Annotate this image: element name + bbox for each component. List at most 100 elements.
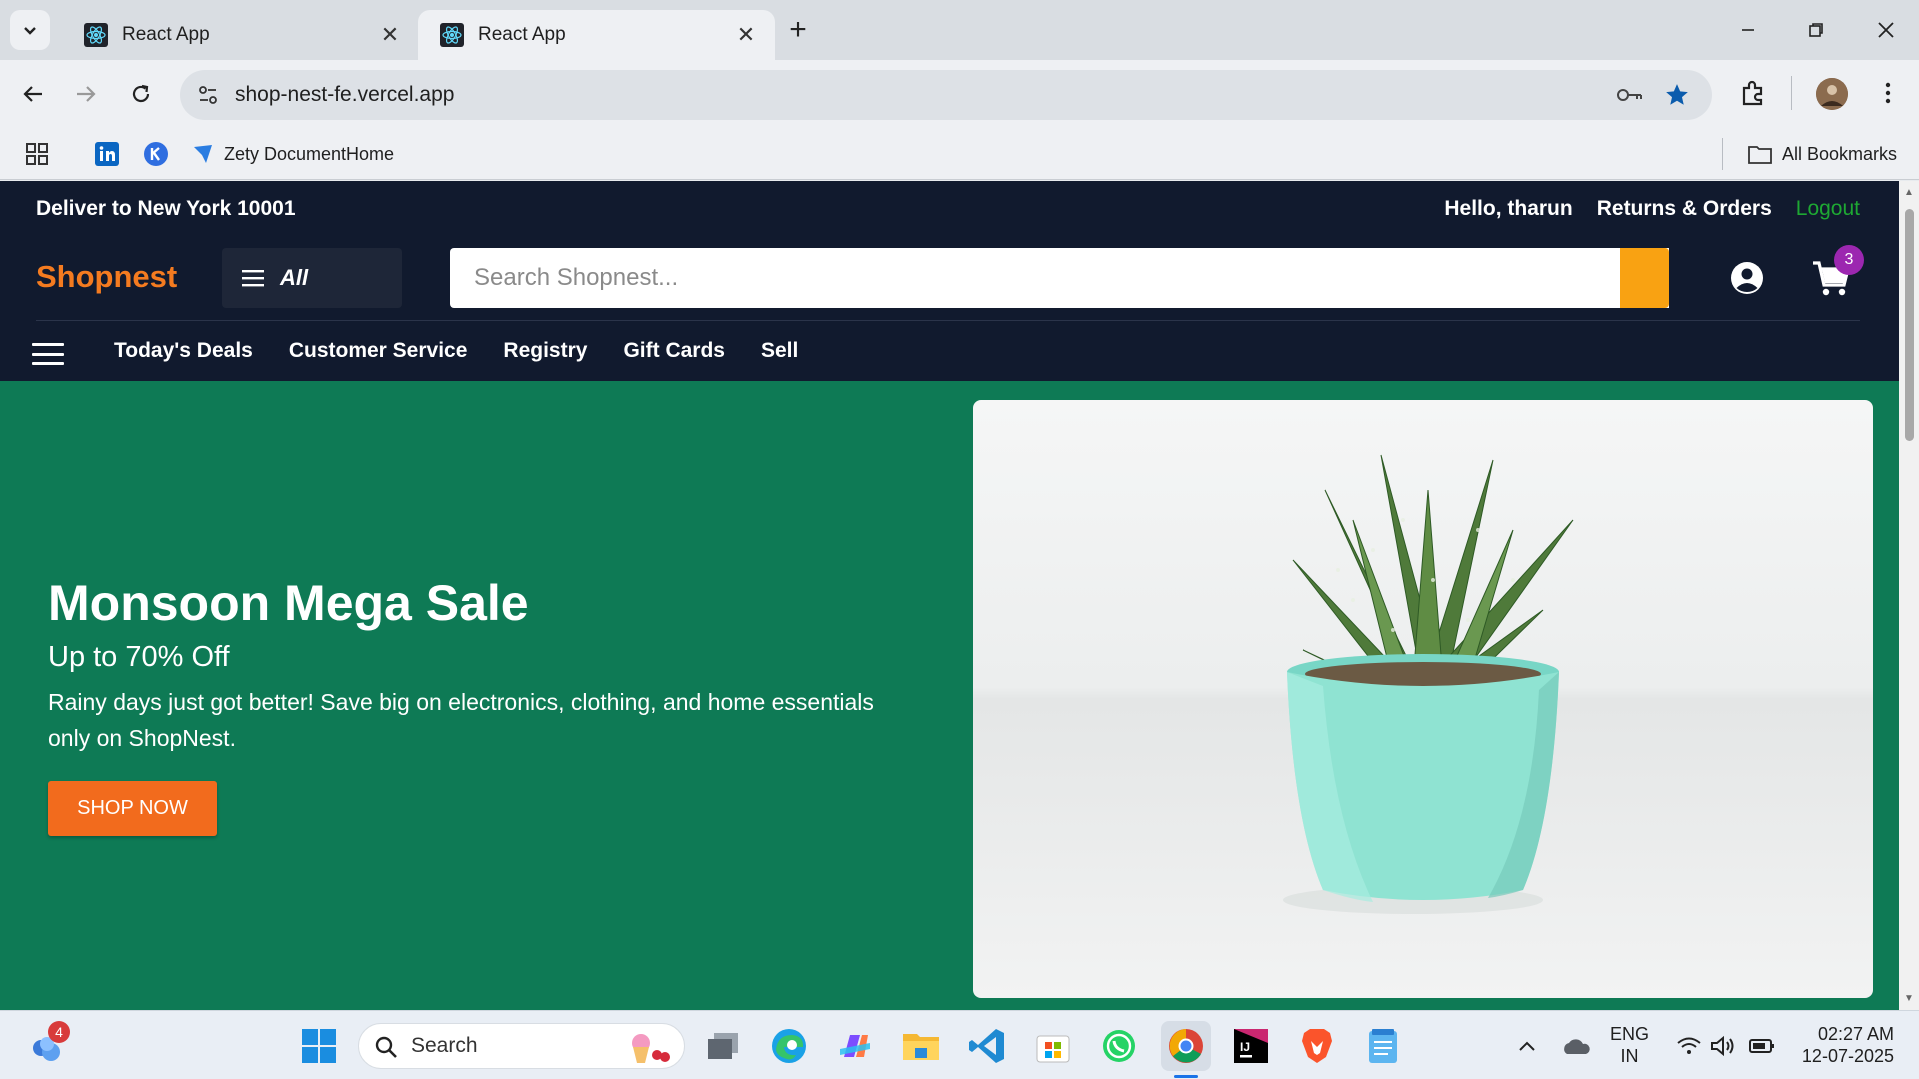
edge-icon[interactable] <box>768 1025 810 1067</box>
tab-2[interactable]: React App ✕ <box>418 10 775 60</box>
react-icon <box>440 23 464 47</box>
restore-button[interactable] <box>1788 8 1844 52</box>
linkedin-icon[interactable] <box>95 138 119 170</box>
url-text: shop-nest-fe.vercel.app <box>235 83 455 106</box>
chevron-down-icon <box>24 27 36 35</box>
notepad-icon[interactable] <box>1362 1025 1404 1067</box>
clock[interactable]: 02:27 AM 12-07-2025 <box>1794 1023 1894 1067</box>
close-icon <box>1878 22 1894 38</box>
scroll-down-icon[interactable]: ▼ <box>1904 993 1914 1004</box>
restore-icon <box>1809 23 1823 37</box>
toolbar-divider <box>1791 76 1792 110</box>
chrome-icon[interactable] <box>1161 1021 1211 1071</box>
nav-todays-deals[interactable]: Today's Deals <box>114 339 253 363</box>
volume-icon[interactable] <box>1702 1025 1744 1067</box>
reload-icon <box>132 84 150 103</box>
whatsapp-icon[interactable] <box>1098 1025 1140 1067</box>
scroll-thumb[interactable] <box>1905 209 1914 441</box>
greeting-text: Hello, tharun <box>1444 197 1573 220</box>
nav-gift-cards[interactable]: Gift Cards <box>623 339 725 363</box>
reload-button[interactable] <box>121 74 161 114</box>
forward-button[interactable] <box>66 74 106 114</box>
bookmarks-bar: Zety DocumentHome All Bookmarks <box>0 128 1919 180</box>
tab-search-button[interactable] <box>10 10 50 50</box>
react-icon <box>84 23 108 47</box>
new-tab-button[interactable]: + <box>780 12 816 48</box>
menu-kebab-icon[interactable] <box>1873 78 1903 108</box>
header-links: Hello, tharun Returns & Orders Logout <box>1444 197 1860 221</box>
shop-now-button[interactable]: SHOP NOW <box>48 781 217 836</box>
search-input[interactable]: Search Shopnest... <box>450 248 1669 308</box>
arrow-left-icon <box>23 86 42 102</box>
copilot-icon[interactable] <box>834 1025 876 1067</box>
browser-toolbar: shop-nest-fe.vercel.app <box>0 60 1919 128</box>
arrow-right-icon <box>77 86 96 102</box>
chrome-active-indicator <box>1174 1075 1198 1078</box>
all-bookmarks-label: All Bookmarks <box>1782 143 1898 164</box>
microsoft-store-icon[interactable] <box>1032 1025 1074 1067</box>
cart-count-badge: 3 <box>1834 245 1864 275</box>
bookmark-circle-icon[interactable] <box>143 138 169 170</box>
returns-orders-link[interactable]: Returns & Orders <box>1597 197 1772 221</box>
hamburger-menu-icon[interactable] <box>32 339 64 369</box>
tab-title: React App <box>122 24 210 45</box>
tab-strip: React App ✕ React App ✕ + <box>0 0 1919 60</box>
all-categories-button[interactable]: All <box>222 248 402 308</box>
onedrive-icon[interactable] <box>1555 1025 1597 1067</box>
close-window-button[interactable] <box>1858 8 1914 52</box>
close-icon[interactable]: ✕ <box>379 22 401 47</box>
all-bookmarks[interactable]: All Bookmarks <box>1748 138 1897 170</box>
deliver-location[interactable]: Deliver to New York 10001 <box>36 197 296 221</box>
scroll-up-icon[interactable]: ▲ <box>1904 187 1914 198</box>
bookmark-zety[interactable]: Zety DocumentHome <box>192 138 394 170</box>
task-view-icon[interactable] <box>702 1025 744 1067</box>
intellij-icon[interactable]: IJ <box>1230 1025 1272 1067</box>
back-button[interactable] <box>13 74 53 114</box>
extensions-icon[interactable] <box>1738 78 1768 108</box>
account-icon[interactable] <box>1728 259 1766 297</box>
widgets-badge: 4 <box>48 1021 70 1043</box>
vscode-icon[interactable] <box>966 1025 1008 1067</box>
language-code: ENG <box>1610 1024 1650 1044</box>
start-button[interactable] <box>298 1025 340 1067</box>
apps-grid-icon[interactable] <box>26 138 48 170</box>
key-icon[interactable] <box>1614 80 1644 110</box>
nav-sell[interactable]: Sell <box>761 339 798 363</box>
logout-link[interactable]: Logout <box>1796 197 1860 221</box>
profile-avatar[interactable] <box>1816 78 1848 110</box>
minimize-button[interactable] <box>1720 8 1776 52</box>
close-icon[interactable]: ✕ <box>735 22 757 47</box>
tab-1[interactable]: React App ✕ <box>62 10 419 60</box>
hero-title: Monsoon Mega Sale <box>48 575 529 631</box>
brave-icon[interactable] <box>1296 1025 1338 1067</box>
potted-plant-image <box>1283 454 1574 914</box>
search-button[interactable] <box>1620 248 1669 308</box>
brand-logo[interactable]: Shopnest <box>36 259 177 295</box>
all-label: All <box>280 265 309 290</box>
minimize-icon <box>1742 29 1754 31</box>
star-icon[interactable] <box>1662 80 1692 110</box>
file-explorer-icon[interactable] <box>900 1025 942 1067</box>
header-divider <box>36 320 1860 321</box>
tab-title: React App <box>478 24 566 45</box>
hero-subtitle: Up to 70% Off <box>48 641 230 673</box>
folder-icon <box>1748 146 1772 164</box>
language-indicator[interactable]: ENG IN <box>1610 1023 1649 1067</box>
site-header: Deliver to New York 10001 Hello, tharun … <box>0 181 1899 381</box>
chevron-up-icon[interactable] <box>1506 1025 1548 1067</box>
windows-icon <box>302 1029 336 1063</box>
nav-registry[interactable]: Registry <box>503 339 587 363</box>
windows-taskbar: 4 Search IJ ENG IN 02:27 AM 12-07-2025 <box>0 1010 1919 1079</box>
hero-description: Rainy days just got better! Save big on … <box>48 689 874 751</box>
nav-customer-service[interactable]: Customer Service <box>289 339 468 363</box>
sub-navigation: Today's Deals Customer Service Registry … <box>114 339 798 363</box>
language-region: IN <box>1620 1046 1639 1066</box>
svg-text:IJ: IJ <box>1240 1040 1250 1054</box>
battery-icon[interactable] <box>1741 1025 1783 1067</box>
taskbar-search-placeholder: Search <box>411 1034 478 1057</box>
search-icon <box>375 1036 397 1058</box>
page-scrollbar[interactable]: ▲ ▼ <box>1899 181 1919 1010</box>
site-info-icon[interactable] <box>193 80 223 110</box>
address-bar[interactable]: shop-nest-fe.vercel.app <box>180 70 1712 120</box>
search-highlight-icon <box>632 1034 670 1063</box>
